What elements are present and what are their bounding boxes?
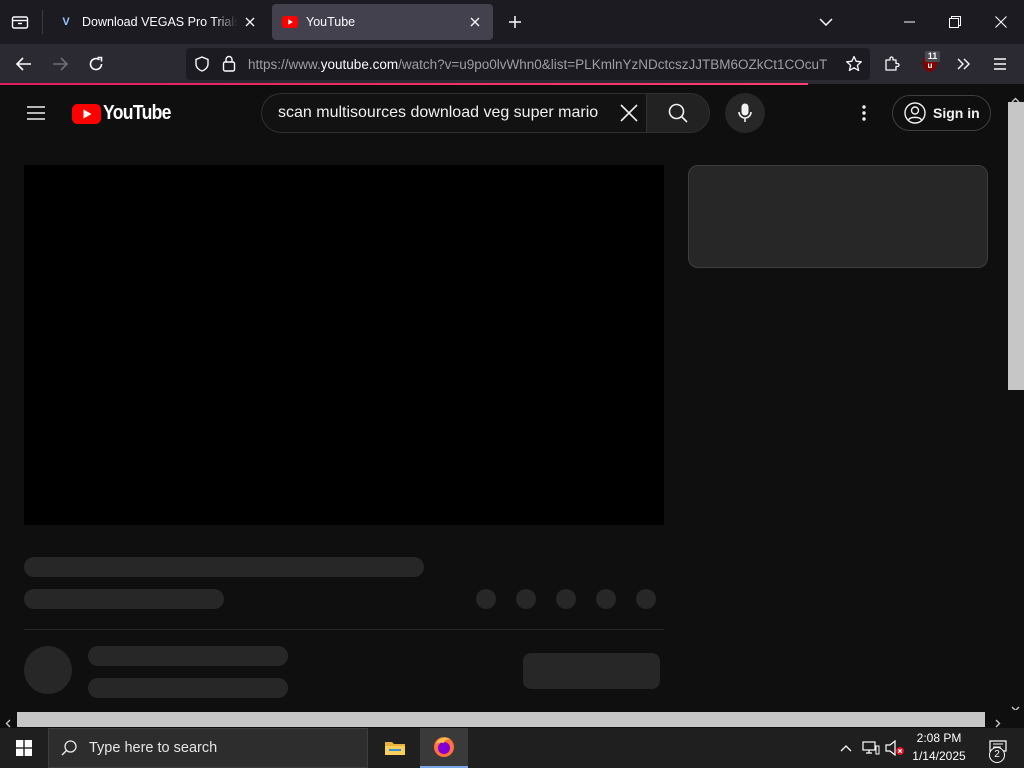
reload-icon[interactable]: [82, 50, 110, 78]
sign-in-button[interactable]: Sign in: [892, 95, 991, 131]
youtube-page: YouTube scan multisources download veg s…: [0, 85, 1006, 710]
search-button[interactable]: [646, 93, 710, 133]
action-skeleton: [556, 589, 576, 609]
volume-muted-icon[interactable]: [884, 728, 906, 768]
taskbar-search-box[interactable]: Type here to search: [48, 728, 368, 768]
bookmark-star-icon[interactable]: [840, 50, 868, 78]
svg-text:u: u: [928, 61, 933, 70]
windows-taskbar: Type here to search 2:08 PM 1/14/2025 2: [0, 728, 1024, 768]
url-path: /watch?v=u9po0lvWhn0&list=PLKmlnYzNDctcs…: [398, 56, 828, 72]
lock-icon[interactable]: [222, 55, 236, 77]
sign-in-label: Sign in: [933, 105, 980, 121]
vegas-v-icon: V: [62, 16, 70, 28]
channel-name-skeleton: [88, 646, 288, 666]
tab-vegas[interactable]: V Download VEGAS Pro Trials for Fr: [48, 4, 268, 40]
url-host: youtube.com: [320, 56, 399, 72]
youtube-masthead: YouTube scan multisources download veg s…: [0, 85, 1006, 141]
tracking-shield-icon[interactable]: [194, 56, 210, 77]
action-skeleton: [596, 589, 616, 609]
clock-time[interactable]: 2:08 PM: [904, 731, 974, 745]
extension-badge: 11: [925, 51, 940, 62]
search-icon: [668, 103, 688, 123]
action-skeleton: [476, 589, 496, 609]
clear-search-icon[interactable]: [620, 104, 638, 127]
search-query-text[interactable]: scan multisources download veg super mar…: [278, 104, 608, 122]
tab-youtube[interactable]: YouTube: [272, 4, 493, 40]
forward-arrow-icon[interactable]: [46, 50, 74, 78]
action-skeleton: [516, 589, 536, 609]
show-hidden-icons-chevron-icon[interactable]: [836, 728, 856, 768]
tab-title: Download VEGAS Pro Trials for Fr: [82, 15, 238, 29]
channel-subs-skeleton: [88, 678, 288, 698]
title-skeleton: [24, 557, 424, 577]
address-bar[interactable]: https://www.youtube.com/watch?v=u9po0lvW…: [186, 48, 870, 80]
youtube-play-logo-icon: [72, 103, 101, 124]
divider: [24, 629, 664, 630]
list-all-tabs-icon[interactable]: [8, 10, 32, 34]
subscribe-skeleton: [523, 653, 660, 689]
url-prefix: https://www.: [248, 56, 321, 72]
file-explorer-icon[interactable]: [376, 728, 414, 768]
tab-strip: V Download VEGAS Pro Trials for Fr YouTu…: [0, 0, 1024, 44]
search-input[interactable]: scan multisources download veg super mar…: [261, 93, 647, 133]
new-tab-icon[interactable]: [503, 10, 527, 34]
clock-date[interactable]: 1/14/2025: [904, 749, 974, 763]
search-icon: [61, 740, 77, 756]
action-skeleton: [636, 589, 656, 609]
more-options-vertical-icon[interactable]: [852, 97, 876, 129]
secondary-placeholder-card: [688, 165, 988, 268]
video-player[interactable]: [24, 165, 664, 525]
hamburger-menu-icon[interactable]: [986, 50, 1014, 78]
channel-avatar-skeleton: [24, 646, 72, 694]
firefox-taskbar-icon[interactable]: [420, 728, 468, 768]
account-circle-icon: [904, 102, 926, 124]
notification-count-badge: 2: [989, 747, 1005, 763]
meta-skeleton: [24, 589, 224, 609]
youtube-icon: [282, 14, 298, 30]
horizontal-scroll-thumb[interactable]: [17, 712, 985, 727]
tab-title: YouTube: [306, 15, 356, 29]
windows-start-icon[interactable]: [0, 728, 48, 768]
back-arrow-icon[interactable]: [10, 50, 38, 78]
microphone-icon: [738, 103, 752, 123]
guide-menu-icon[interactable]: [20, 97, 52, 129]
youtube-logo-text: YouTube: [103, 102, 171, 124]
chevron-down-icon[interactable]: [814, 10, 838, 34]
youtube-logo[interactable]: YouTube: [72, 102, 180, 125]
extensions-puzzle-icon[interactable]: [878, 50, 906, 78]
voice-search-button[interactable]: [725, 93, 765, 133]
close-window-icon[interactable]: [980, 4, 1022, 40]
navigation-toolbar: https://www.youtube.com/watch?v=u9po0lvW…: [0, 44, 1024, 84]
close-tab-icon[interactable]: [463, 10, 487, 34]
url-text[interactable]: https://www.youtube.com/watch?v=u9po0lvW…: [248, 57, 838, 72]
minimize-icon[interactable]: [888, 4, 930, 40]
overflow-chevrons-icon[interactable]: [950, 50, 978, 78]
network-icon[interactable]: [860, 728, 882, 768]
vertical-scroll-thumb[interactable]: [1008, 102, 1024, 390]
close-tab-icon[interactable]: [238, 10, 262, 34]
restore-icon[interactable]: [934, 4, 976, 40]
taskbar-search-placeholder: Type here to search: [89, 740, 218, 756]
